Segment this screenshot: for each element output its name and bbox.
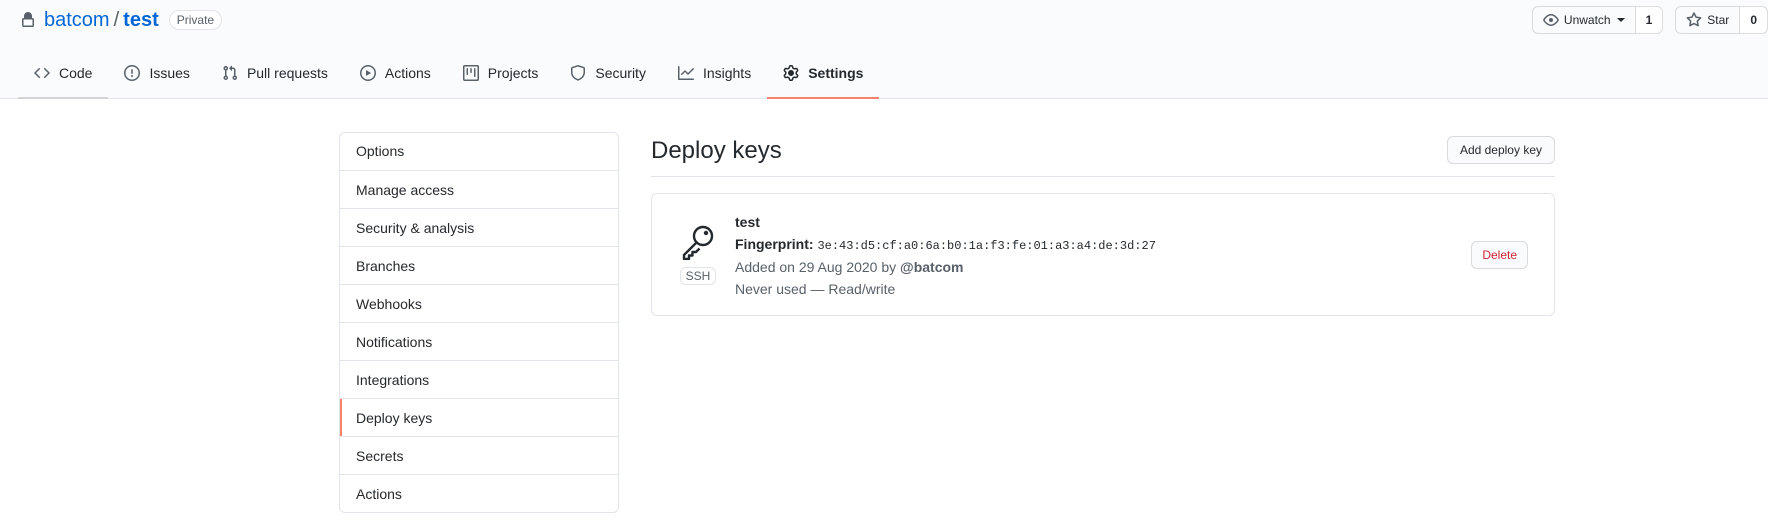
sidebar-item-notifications[interactable]: Notifications [340, 322, 618, 360]
repo-actions: Unwatch 1 Star 0 [1520, 6, 1768, 34]
pull-request-icon [223, 65, 237, 81]
unwatch-label: Unwatch [1563, 13, 1611, 27]
watch-count[interactable]: 1 [1635, 6, 1664, 34]
key-icon [682, 225, 714, 261]
page-title: Deploy keys [651, 137, 782, 164]
tab-label: Issues [149, 65, 190, 81]
sidebar-item-manage-access[interactable]: Manage access [340, 170, 618, 208]
star-label: Star [1707, 13, 1730, 27]
graph-icon [677, 66, 694, 80]
fingerprint-value: 3e:43:d5:cf:a0:6a:b0:1a:f3:fe:01:a3:a4:d… [817, 239, 1156, 253]
fingerprint-label: Fingerprint: [735, 236, 814, 252]
play-icon [359, 65, 376, 81]
visibility-badge: Private [168, 10, 223, 30]
add-deploy-key-button[interactable]: Add deploy key [1446, 136, 1555, 164]
tab-label: Projects [487, 65, 539, 81]
tab-projects[interactable]: Projects [447, 49, 555, 99]
tab-security[interactable]: Security [554, 49, 662, 99]
eye-icon [1543, 14, 1559, 26]
key-type-badge: SSH [679, 267, 717, 285]
sidebar-item-integrations[interactable]: Integrations [340, 360, 618, 398]
sidebar-item-actions[interactable]: Actions [340, 474, 618, 512]
repo-header: batcom / test Private Unwatch 1 Star 0 C… [0, 0, 1768, 99]
tab-settings[interactable]: Settings [767, 49, 880, 99]
sidebar-item-options[interactable]: Options [340, 133, 618, 170]
tab-code[interactable]: Code [18, 49, 109, 99]
tab-issues[interactable]: Issues [108, 49, 205, 99]
shield-icon [571, 65, 586, 81]
sidebar-item-webhooks[interactable]: Webhooks [340, 284, 618, 322]
sidebar-item-security-analysis[interactable]: Security & analysis [340, 208, 618, 246]
tab-insights[interactable]: Insights [662, 49, 767, 99]
added-by-user: @batcom [900, 259, 964, 275]
watch-group: Unwatch 1 [1531, 6, 1664, 34]
tab-pull-requests[interactable]: Pull requests [206, 49, 344, 99]
added-text: Added on 29 Aug 2020 by [735, 259, 897, 275]
star-count[interactable]: 0 [1740, 6, 1768, 34]
delete-key-button[interactable]: Delete [1471, 241, 1528, 269]
added-info: Added on 29 Aug 2020 by @batcom [735, 256, 1156, 278]
tab-label: Security [595, 65, 646, 81]
gear-icon [783, 65, 799, 81]
star-icon [1686, 12, 1702, 27]
key-details: test Fingerprint: 3e:43:d5:cf:a0:6a:b0:1… [735, 212, 1156, 300]
tab-label: Code [59, 65, 93, 81]
tab-actions[interactable]: Actions [344, 49, 447, 99]
star-button[interactable]: Star [1675, 6, 1741, 34]
sidebar-item-secrets[interactable]: Secrets [340, 436, 618, 474]
tab-label: Actions [384, 65, 431, 81]
repo-title: batcom / test Private [20, 8, 223, 32]
key-usage: Never used — Read/write [735, 281, 896, 297]
repo-owner-link[interactable]: batcom [44, 9, 110, 32]
tab-label: Settings [808, 65, 864, 81]
subhead: Deploy keys Add deploy key [651, 132, 1555, 177]
lock-icon [20, 12, 36, 28]
tab-label: Pull requests [246, 65, 328, 81]
key-icon-block: SSH [678, 224, 718, 285]
fingerprint-row: Fingerprint: 3e:43:d5:cf:a0:6a:b0:1a:f3:… [735, 234, 1156, 256]
project-icon [462, 65, 479, 81]
sidebar-item-deploy-keys[interactable]: Deploy keys [340, 398, 618, 436]
caret-down-icon [1616, 18, 1625, 22]
repo-tabs: Code Issues Pull requests Actions Projec… [18, 49, 880, 99]
main-content: Deploy keys Add deploy key SSH test Fing… [651, 132, 1555, 316]
repo-name-link[interactable]: test [123, 9, 159, 32]
deploy-key-item: SSH test Fingerprint: 3e:43:d5:cf:a0:6a:… [651, 193, 1555, 316]
issue-icon [124, 65, 141, 81]
settings-sidebar: Options Manage access Security & analysi… [339, 132, 619, 513]
star-group: Star 0 [1675, 6, 1768, 34]
tab-label: Insights [702, 65, 752, 81]
key-title: test [735, 214, 760, 230]
sidebar-item-branches[interactable]: Branches [340, 246, 618, 284]
path-separator: / [113, 8, 120, 31]
code-icon [34, 67, 50, 79]
unwatch-button[interactable]: Unwatch [1531, 6, 1636, 34]
